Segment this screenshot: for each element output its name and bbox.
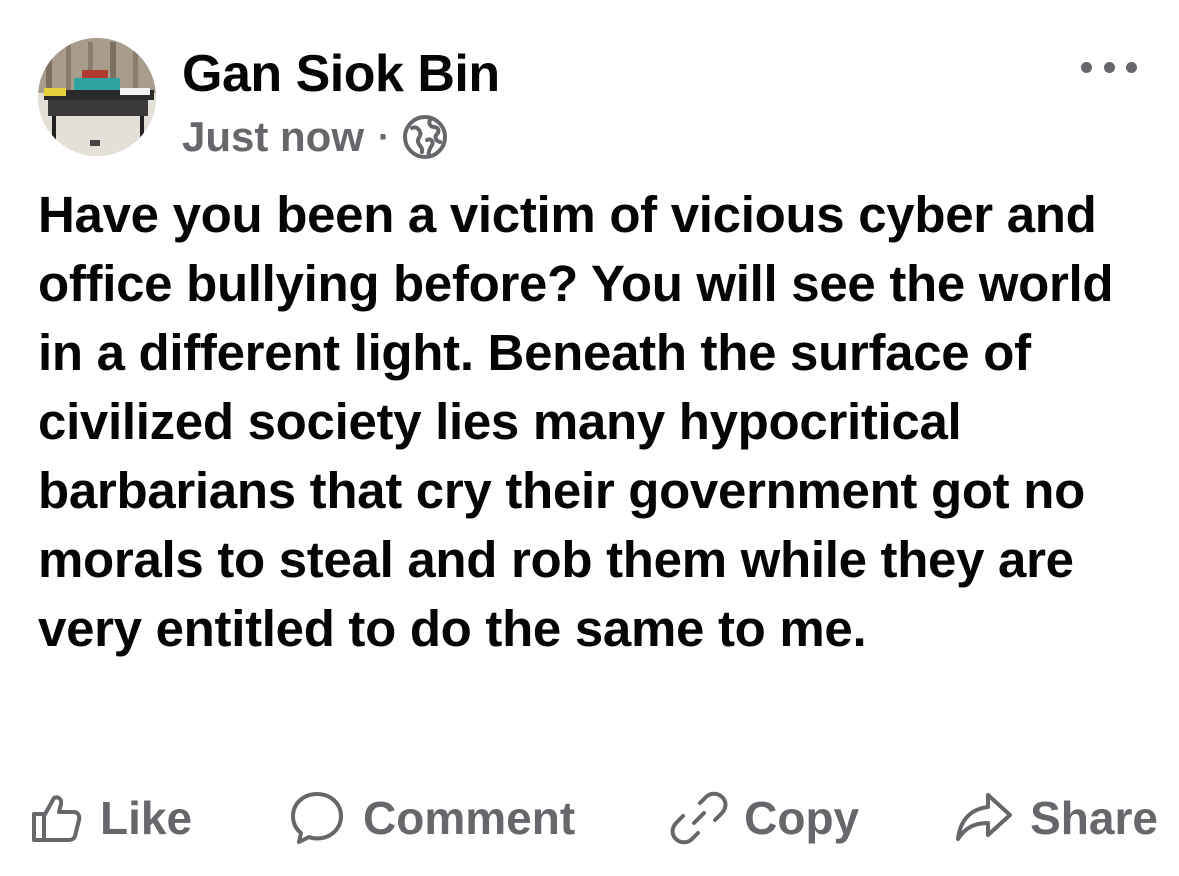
author-name[interactable]: Gan Siok Bin bbox=[182, 44, 500, 104]
copy-label: Copy bbox=[744, 792, 860, 844]
more-options-icon[interactable] bbox=[1081, 52, 1137, 82]
speech-bubble-icon bbox=[291, 792, 344, 844]
avatar[interactable] bbox=[38, 38, 156, 156]
timestamp[interactable]: Just now bbox=[182, 113, 364, 161]
globe-icon[interactable] bbox=[402, 114, 448, 160]
post-meta: Just now · bbox=[182, 112, 448, 162]
share-label: Share bbox=[1030, 792, 1158, 844]
like-button[interactable]: Like bbox=[28, 790, 192, 846]
meta-separator: · bbox=[378, 116, 391, 157]
post-text: Have you been a victim of vicious cyber … bbox=[38, 186, 1114, 657]
comment-button[interactable]: Comment bbox=[287, 788, 575, 848]
link-icon bbox=[670, 791, 728, 845]
share-button[interactable]: Share bbox=[954, 789, 1158, 847]
comment-label: Comment bbox=[363, 792, 576, 844]
post-actions: Like Comment Copy Share bbox=[28, 780, 1158, 856]
copy-button[interactable]: Copy bbox=[670, 789, 859, 847]
share-arrow-icon bbox=[956, 793, 1013, 841]
post-card: Gan Siok Bin Just now · Have you been a … bbox=[0, 0, 1179, 876]
thumbs-up-icon bbox=[32, 795, 82, 842]
avatar-photo bbox=[38, 38, 156, 156]
like-label: Like bbox=[100, 792, 193, 844]
